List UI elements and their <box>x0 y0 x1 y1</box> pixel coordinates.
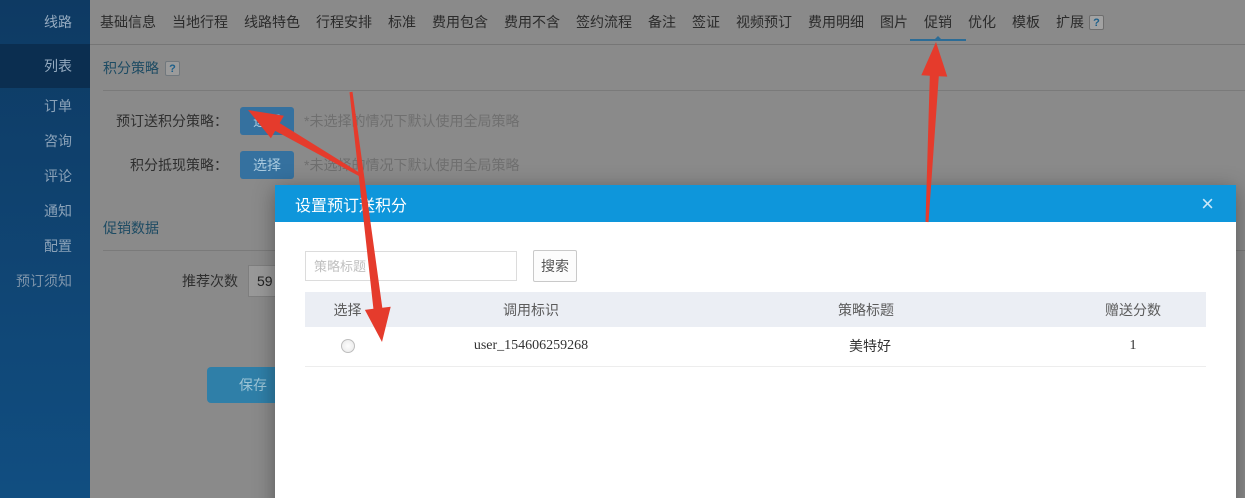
close-icon[interactable]: × <box>1201 193 1214 215</box>
modal-header: 设置预订送积分 × <box>275 185 1236 222</box>
tab-bar: 基础信息 当地行程 线路特色 行程安排 标准 费用包含 费用不含 签约流程 备注… <box>90 0 1245 45</box>
policy-table: 选择 调用标识 策略标题 赠送分数 user_154606259268 美特好 … <box>305 292 1206 367</box>
sidebar-item-booking-notice[interactable]: 预订须知 <box>0 263 90 298</box>
points-redeem-hint: *未选择的情况下默认使用全局策略 <box>304 155 519 175</box>
search-button[interactable]: 搜索 <box>533 250 577 282</box>
tab-basic-info[interactable]: 基础信息 <box>100 12 156 32</box>
column-header-points: 赠送分数 <box>1060 292 1206 327</box>
booking-points-policy-row: 预订送积分策略： 选择 *未选择的情况下默认使用全局策略 <box>103 107 1245 135</box>
help-icon[interactable]: ? <box>1089 15 1104 30</box>
cell-call-id: user_154606259268 <box>390 327 672 366</box>
sidebar-item-settings[interactable]: 配置 <box>0 228 90 263</box>
app-window: 线路 列表 订单 咨询 评论 通知 配置 预订须知 基础信息 当地行程 线路特色… <box>0 0 1245 498</box>
tab-local-itinerary[interactable]: 当地行程 <box>172 12 228 32</box>
cell-points: 1 <box>1060 327 1206 366</box>
sidebar-item-comments[interactable]: 评论 <box>0 158 90 193</box>
column-header-policy-title: 策略标题 <box>672 292 1060 327</box>
points-redeem-select-button[interactable]: 选择 <box>240 151 294 179</box>
tab-fee-details[interactable]: 费用明细 <box>808 12 864 32</box>
tab-video-booking[interactable]: 视频预订 <box>736 12 792 32</box>
tab-remarks[interactable]: 备注 <box>648 12 676 32</box>
recommend-count-label: 推荐次数 <box>103 271 238 291</box>
sidebar-item-list[interactable]: 列表 <box>0 44 90 88</box>
tab-promotion[interactable]: 促销 <box>924 12 952 32</box>
policy-search-row: 搜索 <box>305 250 1206 282</box>
booking-points-select-button[interactable]: 选择 <box>240 107 294 135</box>
points-redeem-policy-row: 积分抵现策略： 选择 *未选择的情况下默认使用全局策略 <box>103 151 1245 179</box>
tab-itinerary-plan[interactable]: 行程安排 <box>316 12 372 32</box>
modal-title: 设置预订送积分 <box>295 192 1201 216</box>
tab-fee-included[interactable]: 费用包含 <box>432 12 488 32</box>
policy-table-header-row: 选择 调用标识 策略标题 赠送分数 <box>305 292 1206 327</box>
tab-visa[interactable]: 签证 <box>692 12 720 32</box>
promo-data-title-text: 促销数据 <box>103 218 159 238</box>
tab-extension[interactable]: 扩展 ? <box>1056 12 1104 32</box>
section-divider <box>103 90 1245 91</box>
points-redeem-policy-label: 积分抵现策略： <box>103 155 228 175</box>
tab-fee-excluded[interactable]: 费用不含 <box>504 12 560 32</box>
sidebar-item-notifications[interactable]: 通知 <box>0 193 90 228</box>
sidebar-item-route[interactable]: 线路 <box>0 0 90 44</box>
sidebar-item-orders[interactable]: 订单 <box>0 88 90 123</box>
policy-radio-button[interactable] <box>341 339 355 353</box>
points-policy-section-title: 积分策略 ? <box>103 45 1245 90</box>
cell-policy-title: 美特好 <box>672 327 1060 366</box>
tab-optimization[interactable]: 优化 <box>968 12 996 32</box>
tab-extension-label: 扩展 <box>1056 12 1084 32</box>
tab-signing-process[interactable]: 签约流程 <box>576 12 632 32</box>
tab-images[interactable]: 图片 <box>880 12 908 32</box>
tab-route-features[interactable]: 线路特色 <box>244 12 300 32</box>
column-header-call-id: 调用标识 <box>390 292 672 327</box>
points-policy-title-text: 积分策略 <box>103 58 159 78</box>
column-header-select: 选择 <box>305 292 390 327</box>
modal-body: 搜索 选择 调用标识 策略标题 赠送分数 user_154606259268 美… <box>275 222 1236 367</box>
help-icon[interactable]: ? <box>165 61 180 76</box>
tab-standard[interactable]: 标准 <box>388 12 416 32</box>
tab-template[interactable]: 模板 <box>1012 12 1040 32</box>
policy-title-search-input[interactable] <box>305 251 517 281</box>
booking-points-policy-label: 预订送积分策略： <box>103 111 228 131</box>
booking-points-hint: *未选择的情况下默认使用全局策略 <box>304 111 519 131</box>
set-booking-points-modal: 设置预订送积分 × 搜索 选择 调用标识 策略标题 赠送分数 <box>275 185 1236 498</box>
table-row: user_154606259268 美特好 1 <box>305 327 1206 366</box>
sidebar: 线路 列表 订单 咨询 评论 通知 配置 预订须知 <box>0 0 90 498</box>
sidebar-item-inquiry[interactable]: 咨询 <box>0 123 90 158</box>
